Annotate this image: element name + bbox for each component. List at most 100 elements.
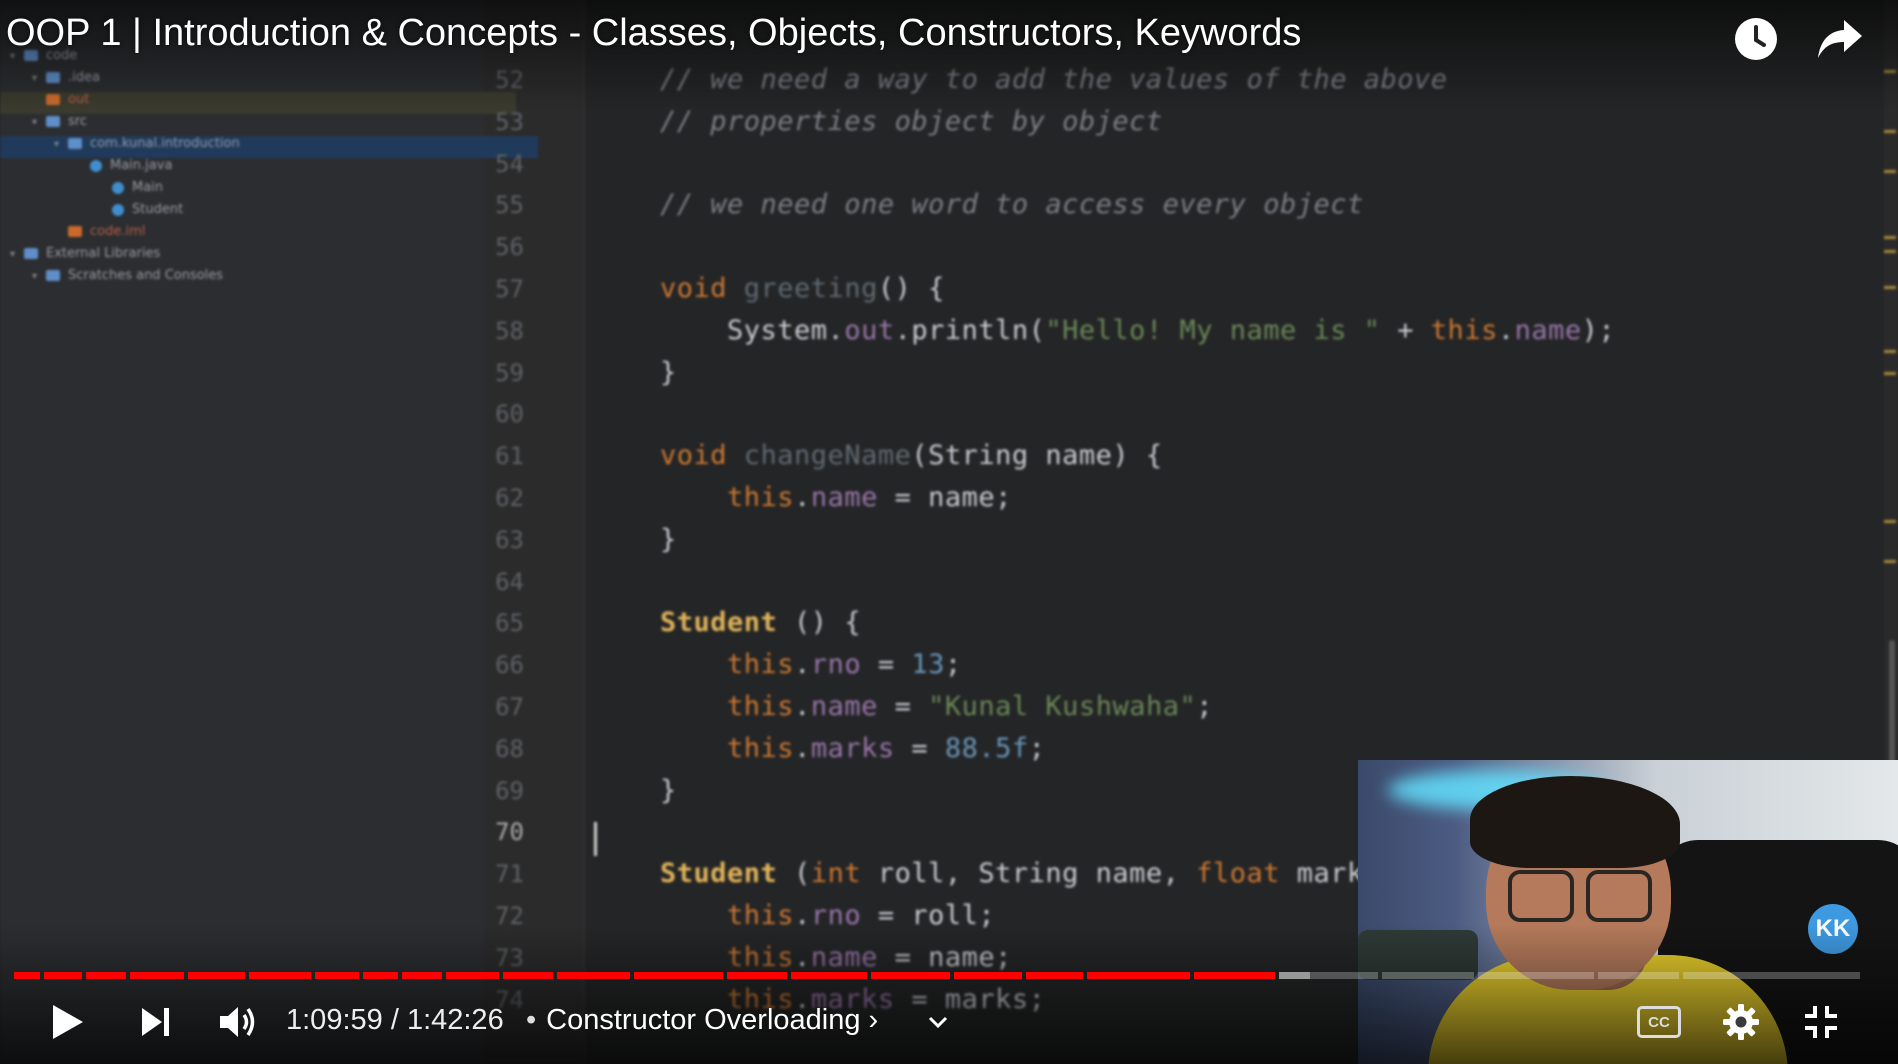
code-token: Student [660,858,778,890]
volume-button[interactable] [204,990,272,1054]
progress-chapter-segment[interactable] [130,972,184,979]
code-token: "Hello! My name is " [1045,314,1381,346]
project-tree-item[interactable]: Main [0,180,163,202]
editor-stripe-mark [1884,286,1896,289]
code-token: name [810,691,878,722]
line-number: 69 [495,776,524,805]
settings-button[interactable] [1710,990,1772,1054]
tree-chevron-icon[interactable]: ▾ [32,117,46,128]
progress-chapter-segment[interactable] [401,972,443,979]
progress-chapter-segment[interactable] [363,972,398,979]
progress-chapter-segment[interactable] [1278,972,1310,979]
code-token: this [727,482,795,513]
code-token: . [794,691,811,722]
progress-chapter-segment[interactable] [634,972,723,979]
player-controls: 1:09:59 / 1:42:26 • Constructor Overloadi… [0,990,1898,1054]
progress-chapter-segment[interactable] [248,972,312,979]
chapter-expand-button[interactable] [918,990,958,1054]
progress-chapter-segment[interactable] [953,972,1022,979]
captions-button[interactable]: CC [1628,990,1690,1054]
progress-chapter-segment[interactable] [14,972,40,979]
editor-stripe-mark [1884,130,1896,133]
code-token: = [861,649,912,681]
play-button[interactable] [30,990,104,1054]
chapter-button[interactable]: • Constructor Overloading › [526,1004,878,1037]
code-token: "Kunal Kushwaha" [928,691,1197,722]
folder-icon [68,226,82,237]
progress-chapter-segment[interactable] [1309,972,1379,979]
project-tree-item[interactable]: code.iml [0,224,145,246]
progress-chapter-segment[interactable] [1598,972,1679,979]
next-icon [142,1008,169,1036]
code-line: this.rno = 13; [660,649,962,680]
code-token: + [1380,314,1431,346]
next-button[interactable] [124,990,188,1054]
code-token: () { [877,273,945,304]
video-player[interactable]: ▾code▾.ideaout▾src▾com.kunal.introductio… [0,0,1898,1064]
code-token: ); [1581,314,1616,346]
volume-icon [220,1007,255,1037]
watch-later-button[interactable] [1727,10,1785,68]
line-number: 57 [495,275,524,303]
progress-chapter-segment[interactable] [187,972,245,979]
code-token: } [660,523,677,555]
folder-icon [46,116,60,127]
line-number: 61 [495,442,524,471]
project-tree-item[interactable]: Main.java [0,158,172,180]
project-tree-label: src [68,114,87,129]
line-number: 67 [495,693,524,721]
clock-icon [1735,18,1777,60]
progress-chapter-segment[interactable] [86,972,127,979]
video-title[interactable]: OOP 1 | Introduction & Concepts - Classe… [6,12,1301,55]
tree-chevron-icon[interactable]: ▾ [54,139,68,150]
share-button[interactable] [1811,10,1869,68]
code-token: } [660,774,677,806]
duration: 1:42:26 [406,1004,504,1036]
project-tree-item[interactable]: ▾ Scratches and Consoles [0,268,223,290]
time-display: 1:09:59 / 1:42:26 [286,1004,504,1037]
play-icon [53,1005,83,1039]
tree-chevron-icon[interactable]: ▾ [32,271,46,282]
progress-chapter-segment[interactable] [1193,972,1275,979]
project-tree-item[interactable]: ▾ src [0,114,87,136]
progress-chapter-segment[interactable] [503,972,553,979]
progress-chapter-segment[interactable] [1086,972,1190,979]
code-token: // we need one word to access every obje… [660,189,1364,221]
project-tree-label: Student [132,202,184,217]
progress-chapter-segment[interactable] [446,972,500,979]
code-token: int [810,858,878,890]
code-token: this [727,691,795,722]
line-number: 53 [495,107,524,136]
progress-bar[interactable] [14,972,1860,979]
project-tree-item[interactable]: ▾ External Libraries [0,246,160,268]
progress-chapter-segment[interactable] [315,972,360,979]
progress-chapter-segment[interactable] [726,972,788,979]
glasses-right-lens [1586,870,1652,922]
code-token: // properties object by object [660,105,1163,137]
tree-chevron-icon[interactable]: ▾ [10,249,24,260]
progress-chapter-segment[interactable] [1382,972,1475,979]
progress-chapter-segment[interactable] [1025,972,1083,979]
code-token: 88.5f [944,732,1029,764]
folder-icon [68,138,82,149]
progress-chapter-segment[interactable] [1478,972,1595,979]
code-token: . [1497,314,1515,346]
progress-chapter-segment[interactable] [791,972,867,979]
code-line: // we need one word to access every obje… [660,189,1364,220]
progress-chapter-segment[interactable] [1682,972,1860,979]
code-token: = [894,732,945,764]
code-token: changeName [743,440,912,472]
editor-stripe-mark [1884,560,1896,563]
code-token: ; [1196,691,1213,722]
code-line: this.name = name; [660,482,1012,513]
line-number: 54 [495,149,524,178]
project-tree-item[interactable]: Student [0,202,183,224]
exit-fullscreen-button[interactable] [1790,990,1852,1054]
code-token: . [794,732,811,764]
editor-stripe-mark [1884,372,1896,375]
editor-stripe-mark [1884,170,1896,173]
progress-chapter-segment[interactable] [870,972,950,979]
project-tree-item[interactable]: ▾ com.kunal.introduction [0,136,538,158]
progress-chapter-segment[interactable] [43,972,83,979]
progress-chapter-segment[interactable] [556,972,631,979]
